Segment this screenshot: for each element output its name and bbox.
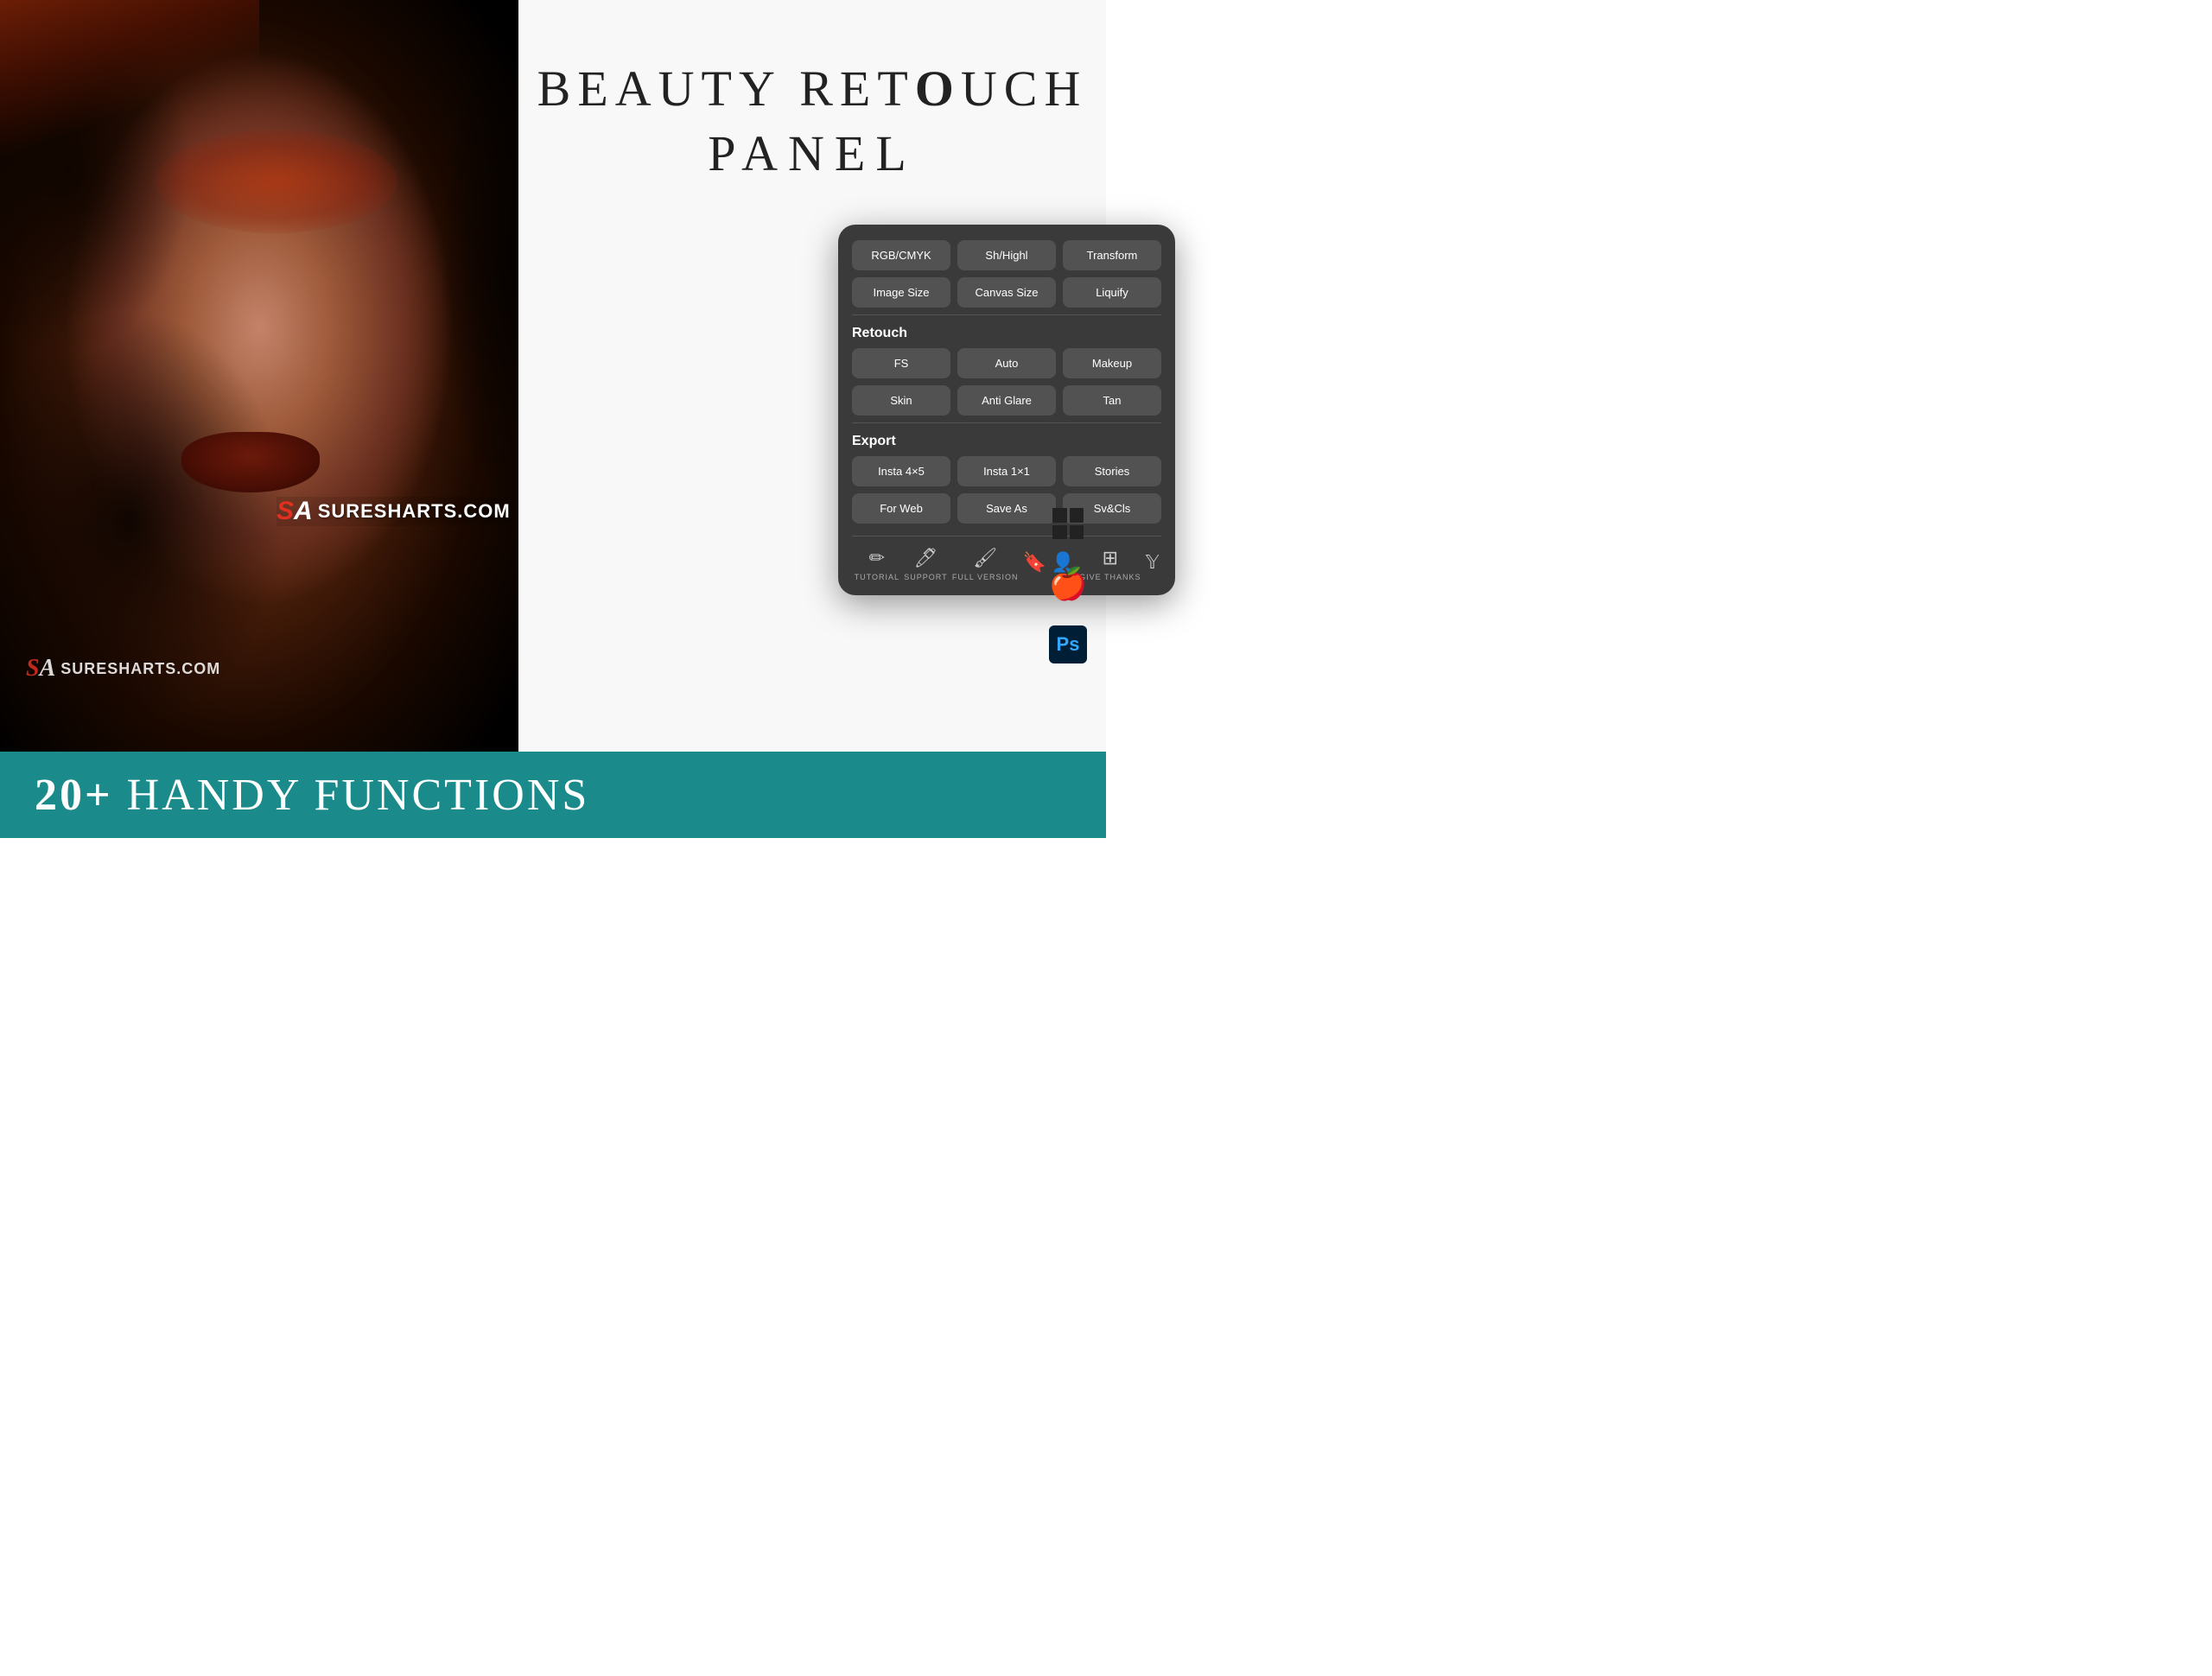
lips-overlay xyxy=(181,432,320,492)
title-area: BEAUTY RETOUCH PANEL xyxy=(518,0,1106,242)
pen-icon: 🖊 xyxy=(913,547,938,569)
site-url-photo: SURESHARTS.COM xyxy=(60,660,220,678)
functions-count: 20+ xyxy=(35,771,113,820)
btn-skin[interactable]: Skin xyxy=(852,385,950,416)
btn-tan[interactable]: Tan xyxy=(1063,385,1161,416)
fork-icon: 𝕐 xyxy=(1146,551,1160,574)
retouch-row-1: FS Auto Makeup xyxy=(852,348,1161,378)
panel-row-1: RGB/CMYK Sh/Highl Transform xyxy=(852,240,1161,270)
full-version-label: FULL VERSION xyxy=(952,573,1019,581)
support-label: SUPPORT xyxy=(904,573,947,581)
divider-1 xyxy=(852,314,1161,315)
watermark-photo: SA SURESHARTS.COM xyxy=(26,655,220,682)
toolbar-support[interactable]: 🖊 SUPPORT xyxy=(904,547,947,581)
title-line1: BEAUTY RETOUCH xyxy=(537,60,1088,117)
btn-image-size[interactable]: Image Size xyxy=(852,277,950,308)
title-line2: PANEL xyxy=(708,124,917,182)
divider-2 xyxy=(852,422,1161,423)
btn-auto[interactable]: Auto xyxy=(957,348,1056,378)
hand-overlay xyxy=(0,0,259,173)
retouch-row-2: Skin Anti Glare Tan xyxy=(852,385,1161,416)
export-row-1: Insta 4×5 Insta 1×1 Stories xyxy=(852,456,1161,486)
platform-icons: 🍎 Ps xyxy=(1046,501,1090,667)
windows-icon xyxy=(1052,508,1084,539)
btn-liquify[interactable]: Liquify xyxy=(1063,277,1161,308)
photo-section: SA SURESHARTS.COM xyxy=(0,0,553,752)
apple-icon: 🍎 xyxy=(1049,566,1088,602)
btn-anti-glare[interactable]: Anti Glare xyxy=(957,385,1056,416)
btn-stories[interactable]: Stories xyxy=(1063,456,1161,486)
retouch-label: Retouch xyxy=(852,326,1161,341)
right-section: BEAUTY RETOUCH PANEL RGB/CMYK Sh/Highl T… xyxy=(518,0,1106,838)
ps-icon: Ps xyxy=(1049,625,1087,663)
logo-sa: SA xyxy=(26,655,55,682)
functions-label: HANDY FUNCTIONS xyxy=(127,771,590,820)
btn-save-as[interactable]: Save As xyxy=(957,493,1056,524)
export-label: Export xyxy=(852,434,1161,449)
windows-platform xyxy=(1046,501,1090,546)
tutorial-label: TUTORIAL xyxy=(855,573,899,581)
btn-makeup[interactable]: Makeup xyxy=(1063,348,1161,378)
pencil-icon: ✏ xyxy=(869,547,885,569)
btn-sh-highl[interactable]: Sh/Highl xyxy=(957,240,1056,270)
panel-row-2: Image Size Canvas Size Liquify xyxy=(852,277,1161,308)
toolbar-tutorial[interactable]: ✏ TUTORIAL xyxy=(855,547,899,581)
plus-icon: ⊞ xyxy=(1103,547,1118,569)
brush-icon: 🖌 xyxy=(973,547,997,569)
btn-rgb-cmyk[interactable]: RGB/CMYK xyxy=(852,240,950,270)
btn-insta-45[interactable]: Insta 4×5 xyxy=(852,456,950,486)
export-row-2: For Web Save As Sv&Cls xyxy=(852,493,1161,524)
toolbar-extra[interactable]: 𝕐 xyxy=(1146,551,1160,577)
toolbar-full-version[interactable]: 🖌 FULL VERSION xyxy=(952,547,1019,581)
btn-insta-11[interactable]: Insta 1×1 xyxy=(957,456,1056,486)
apple-platform: 🍎 xyxy=(1046,562,1090,606)
toolbar-bookmark[interactable]: 🔖 xyxy=(1023,551,1046,577)
bottom-bar: 20+ HANDY FUNCTIONS xyxy=(0,752,1106,838)
bookmark-icon: 🔖 xyxy=(1023,551,1046,574)
panel-toolbar: ✏ TUTORIAL 🖊 SUPPORT 🖌 FULL VERSION 🔖 👤 … xyxy=(852,536,1161,581)
photoshop-platform: Ps xyxy=(1046,622,1090,667)
btn-transform[interactable]: Transform xyxy=(1063,240,1161,270)
btn-for-web[interactable]: For Web xyxy=(852,493,950,524)
panel-ui: RGB/CMYK Sh/Highl Transform Image Size C… xyxy=(838,225,1175,595)
functions-text: 20+ HANDY FUNCTIONS xyxy=(35,770,589,821)
btn-canvas-size[interactable]: Canvas Size xyxy=(957,277,1056,308)
btn-fs[interactable]: FS xyxy=(852,348,950,378)
